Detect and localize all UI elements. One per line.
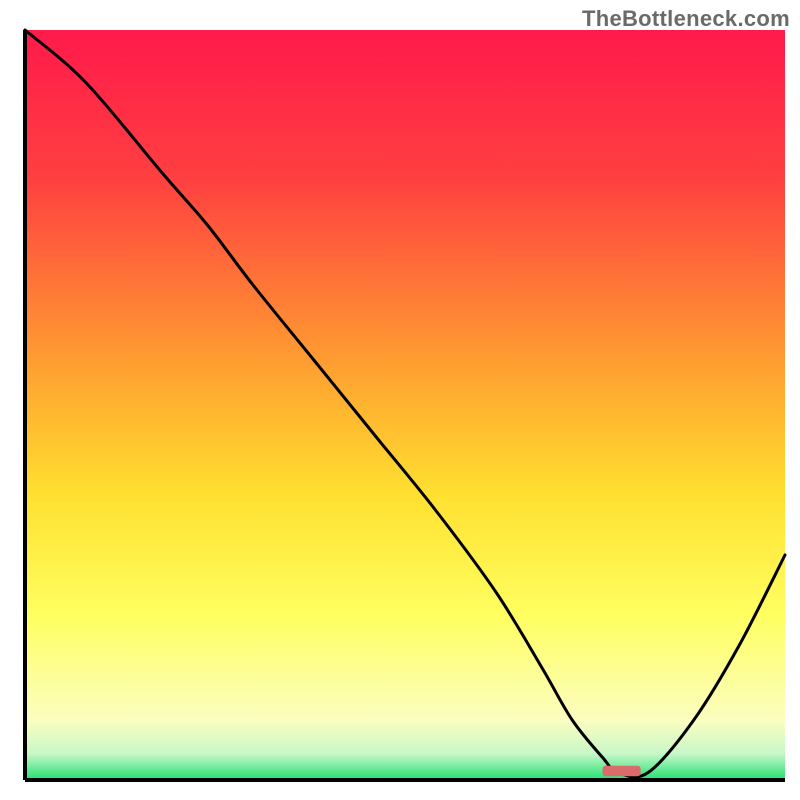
optimum-marker <box>603 766 641 777</box>
plot-background <box>25 30 785 780</box>
watermark-text: TheBottleneck.com <box>582 6 790 32</box>
chart-stage: TheBottleneck.com <box>0 0 800 800</box>
bottleneck-chart <box>0 0 800 800</box>
